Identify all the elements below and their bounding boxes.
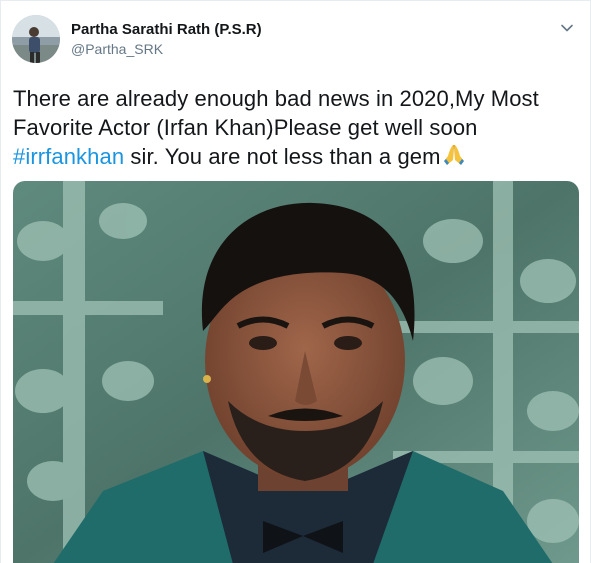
chevron-down-icon[interactable] (558, 19, 576, 37)
display-name[interactable]: Partha Sarathi Rath (P.S.R) (71, 21, 262, 38)
tweet-text-line: There are already enough bad news in 202… (13, 86, 539, 111)
user-avatar[interactable] (12, 15, 60, 63)
user-handle[interactable]: @Partha_SRK (71, 41, 163, 57)
folded-hands-emoji (441, 143, 467, 174)
tweet-text-line: Favorite Actor (Irfan Khan)Please get we… (13, 115, 478, 140)
tweet-image[interactable] (13, 181, 579, 563)
tweet-text-line: #irrfankhan sir. You are not less than a… (13, 142, 573, 174)
tweet-card: Partha Sarathi Rath (P.S.R) @Partha_SRK … (0, 0, 591, 563)
tweet-text-fragment: sir. You are not less than a gem (124, 144, 441, 169)
tweet-text: There are already enough bad news in 202… (13, 84, 573, 174)
hashtag-link[interactable]: #irrfankhan (13, 144, 124, 169)
tweet-header: Partha Sarathi Rath (P.S.R) @Partha_SRK (1, 1, 590, 73)
